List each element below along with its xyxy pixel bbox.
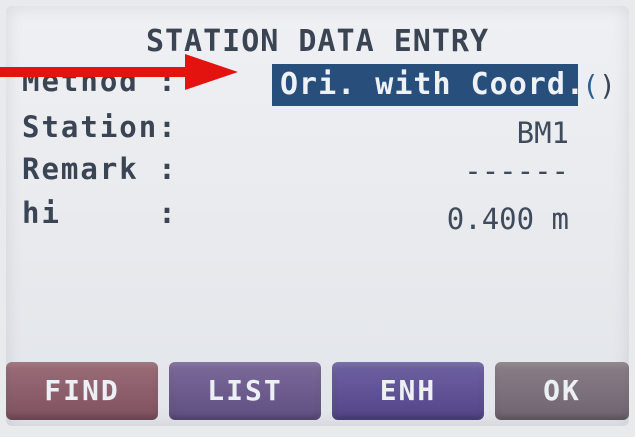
ok-softkey[interactable]: OK xyxy=(495,362,629,420)
hi-value[interactable]: 0.400 m xyxy=(447,202,569,236)
method-select[interactable]: Ori. with Coord. xyxy=(272,64,584,106)
find-softkey[interactable]: FIND xyxy=(6,362,158,420)
red-arrow-icon xyxy=(0,54,238,90)
softkey-bar: FIND LIST ENH OK xyxy=(6,362,629,426)
hi-label: hi : xyxy=(22,196,178,230)
enh-softkey[interactable]: ENH xyxy=(332,362,484,420)
remark-value[interactable]: ------ xyxy=(464,154,569,188)
device-bezel: STATION DATA ENTRY Method : Ori. with Co… xyxy=(0,0,635,437)
station-label: Station: xyxy=(22,110,178,144)
remark-label: Remark : xyxy=(22,152,178,186)
list-softkey[interactable]: LIST xyxy=(169,362,321,420)
station-value[interactable]: BM1 xyxy=(517,116,569,150)
toggle-icon[interactable]: () xyxy=(582,66,616,106)
